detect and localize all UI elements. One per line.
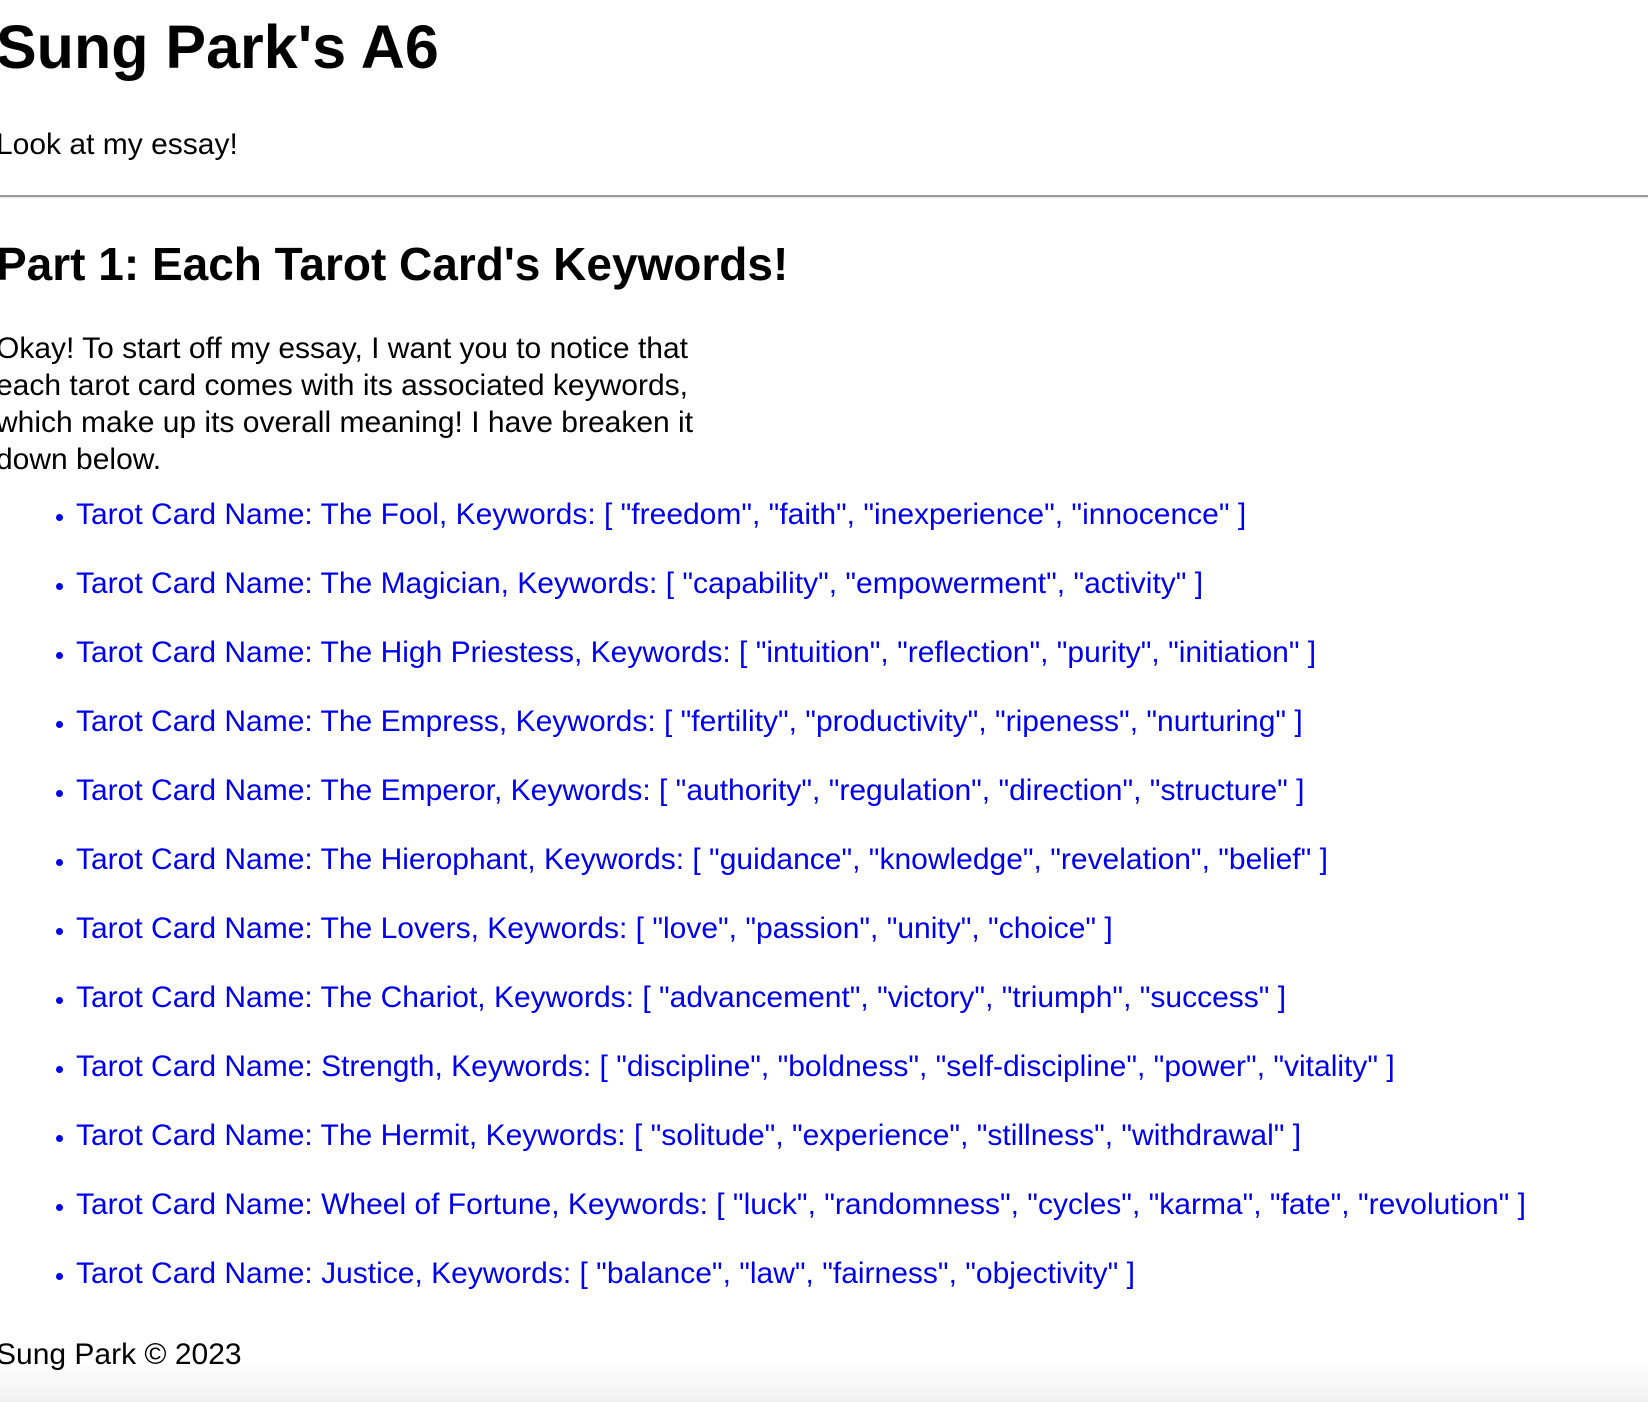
tarot-card-link[interactable]: Tarot Card Name: The Chariot, Keywords: … <box>76 981 1286 1014</box>
list-item-tarot-card[interactable]: Tarot Card Name: Justice, Keywords: [ "b… <box>76 1255 1526 1292</box>
page-title: Sung Park's A6 <box>0 13 439 81</box>
list-item-tarot-card[interactable]: Tarot Card Name: The Lovers, Keywords: [… <box>76 910 1526 947</box>
tarot-card-link[interactable]: Tarot Card Name: The Lovers, Keywords: [… <box>76 912 1113 945</box>
list-item-tarot-card[interactable]: Tarot Card Name: The Hermit, Keywords: [… <box>76 1117 1526 1154</box>
header-divider <box>0 195 1648 198</box>
tarot-card-link[interactable]: Tarot Card Name: Strength, Keywords: [ "… <box>76 1050 1395 1083</box>
tarot-card-link[interactable]: Tarot Card Name: The Hierophant, Keyword… <box>76 843 1328 876</box>
tarot-card-link[interactable]: Tarot Card Name: The Empress, Keywords: … <box>76 705 1303 738</box>
list-item-tarot-card[interactable]: Tarot Card Name: The Chariot, Keywords: … <box>76 979 1526 1016</box>
list-item-tarot-card[interactable]: Tarot Card Name: The Emperor, Keywords: … <box>76 772 1526 809</box>
list-item-tarot-card[interactable]: Tarot Card Name: The Fool, Keywords: [ "… <box>76 496 1526 533</box>
section-heading: Part 1: Each Tarot Card's Keywords! <box>0 238 789 290</box>
list-item-tarot-card[interactable]: Tarot Card Name: Strength, Keywords: [ "… <box>76 1048 1526 1085</box>
list-item-tarot-card[interactable]: Tarot Card Name: Wheel of Fortune, Keywo… <box>76 1186 1526 1223</box>
tarot-card-link[interactable]: Tarot Card Name: Wheel of Fortune, Keywo… <box>76 1188 1526 1221</box>
tarot-card-list: Tarot Card Name: The Fool, Keywords: [ "… <box>0 496 1526 1324</box>
tarot-card-link[interactable]: Tarot Card Name: The Fool, Keywords: [ "… <box>76 498 1246 531</box>
tarot-card-link[interactable]: Tarot Card Name: Justice, Keywords: [ "b… <box>76 1257 1135 1290</box>
tarot-card-link[interactable]: Tarot Card Name: The Magician, Keywords:… <box>76 567 1203 600</box>
section-intro: Okay! To start off my essay, I want you … <box>0 332 694 476</box>
list-item-tarot-card[interactable]: Tarot Card Name: The Empress, Keywords: … <box>76 703 1526 740</box>
page-tagline: Look at my essay! <box>0 128 238 161</box>
list-item-tarot-card[interactable]: Tarot Card Name: The Hierophant, Keyword… <box>76 841 1526 878</box>
tarot-card-link[interactable]: Tarot Card Name: The Hermit, Keywords: [… <box>76 1119 1301 1152</box>
bottom-edge-shadow <box>0 1360 1648 1402</box>
list-item-tarot-card[interactable]: Tarot Card Name: The High Priestess, Key… <box>76 634 1526 671</box>
footer-copyright: Sung Park © 2023 <box>0 1338 242 1371</box>
tarot-card-link[interactable]: Tarot Card Name: The Emperor, Keywords: … <box>76 774 1304 807</box>
list-item-tarot-card[interactable]: Tarot Card Name: The Magician, Keywords:… <box>76 565 1526 602</box>
tarot-card-link[interactable]: Tarot Card Name: The High Priestess, Key… <box>76 636 1316 669</box>
